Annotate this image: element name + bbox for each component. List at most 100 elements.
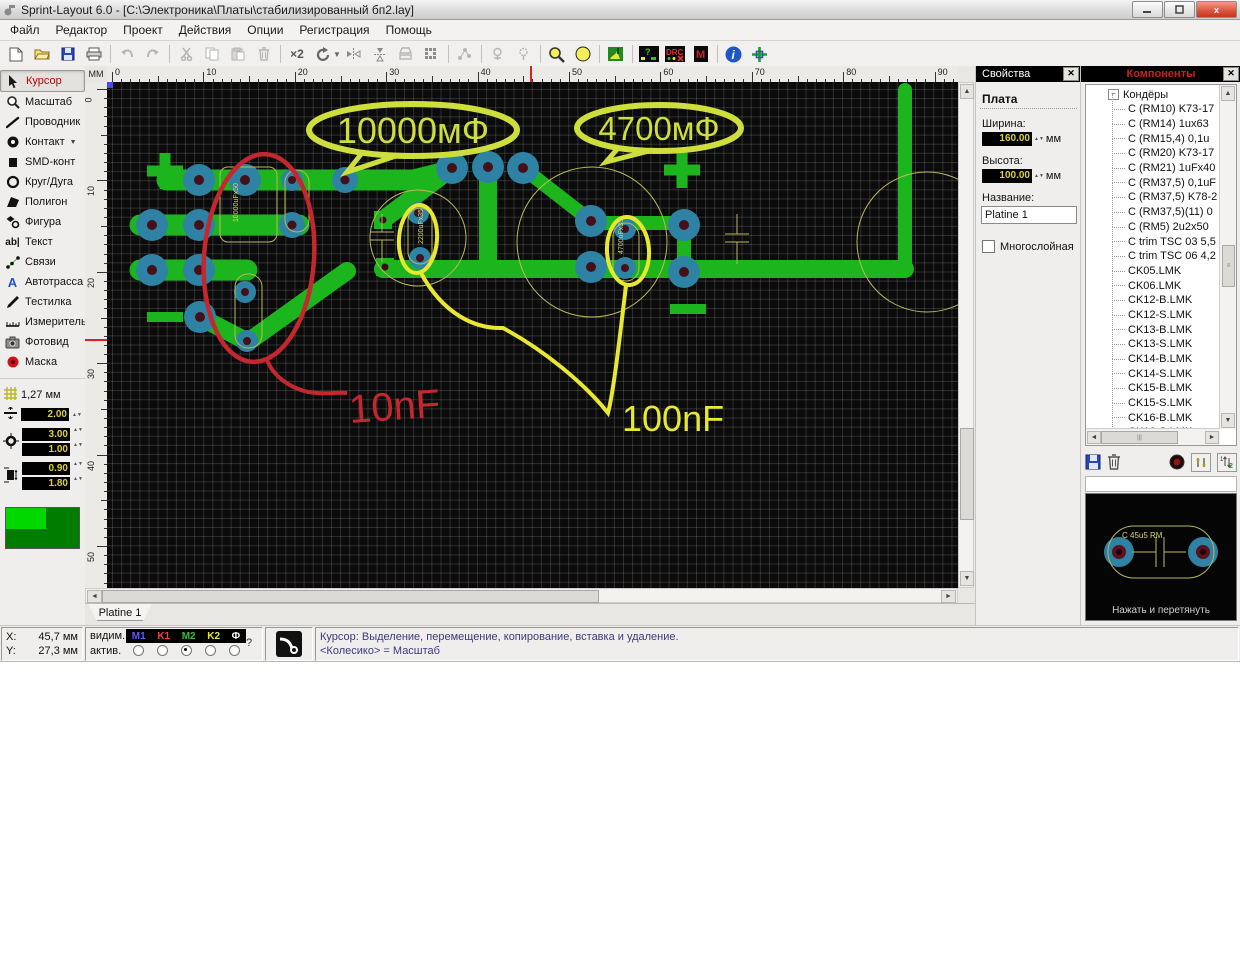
pad-dropdown-icon[interactable]: ▼ (70, 139, 77, 146)
tool-text[interactable]: ab| Текст (0, 232, 85, 252)
scroll-down-icon[interactable]: ▼ (960, 571, 974, 586)
tool-track[interactable]: Проводник (0, 112, 85, 132)
zoom-tool-button[interactable] (544, 42, 570, 66)
component-item[interactable]: C (RM14) 1ux63 (1086, 108, 1220, 132)
layer-f[interactable]: Ф (232, 631, 241, 642)
list-horizontal-scrollbar[interactable]: ◄ ||| ► (1086, 428, 1220, 445)
scroll-right-icon[interactable]: ► (941, 590, 956, 603)
component-item[interactable]: CK13-S.LMK (1086, 329, 1220, 352)
layer-radio[interactable] (228, 645, 240, 657)
delete-button[interactable] (251, 42, 277, 66)
component-item[interactable]: CK06.LMK (1086, 270, 1220, 293)
menu-project[interactable]: Проект (115, 21, 171, 39)
tool-measure[interactable]: Измеритель (0, 312, 87, 332)
pad-inner-value[interactable]: 1.00 (22, 443, 70, 456)
scroll-right-icon[interactable]: ► (1205, 431, 1219, 444)
menu-edit[interactable]: Редактор (48, 21, 116, 39)
layer-radio-selected[interactable] (180, 645, 192, 657)
layer-m2[interactable]: M2 (182, 631, 196, 642)
scroll-left-icon[interactable]: ◄ (1087, 431, 1101, 444)
duplicate-button[interactable]: ×2 (284, 42, 310, 66)
footprint-matrix-button[interactable] (419, 42, 445, 66)
layer-radio[interactable] (204, 645, 216, 657)
tool-smd[interactable]: SMD-конт (0, 152, 85, 172)
component-item[interactable]: CK16-B.LMK (1086, 402, 1220, 425)
layer-k1[interactable]: K1 (157, 631, 170, 642)
photoview-button[interactable] (603, 42, 629, 66)
horizontal-scroll-thumb[interactable]: ||| (1101, 431, 1178, 444)
pin-numbers-button[interactable] (511, 42, 537, 66)
horizontal-scroll-thumb[interactable] (102, 590, 599, 603)
check-connections-button[interactable]: ? (636, 42, 662, 66)
component-item[interactable]: CK05.LMK (1086, 255, 1220, 279)
component-preview[interactable]: C 45u5 RM Нажать и перетянуть (1085, 493, 1237, 621)
multilayer-checkbox[interactable] (982, 240, 995, 253)
component-item[interactable]: CK15-B.LMK (1086, 373, 1220, 396)
new-file-button[interactable] (3, 42, 29, 66)
connections-mode-button[interactable] (265, 627, 313, 661)
grid-value[interactable]: 1,27 мм (21, 389, 61, 401)
component-item[interactable]: CK12-B.LMK (1086, 285, 1220, 308)
menu-help[interactable]: Помощь (378, 21, 440, 39)
layer-radio[interactable] (156, 645, 168, 657)
spinner-icon[interactable]: ▲▼ (73, 477, 83, 490)
info-button[interactable]: i (721, 42, 747, 66)
spinner-icon[interactable]: ▲▼ (73, 443, 83, 456)
list-vertical-scrollbar[interactable]: ▲ ≡ ▼ (1219, 85, 1236, 429)
layer-help[interactable]: ? (246, 637, 258, 649)
component-item[interactable]: CK12-S.LMK (1086, 299, 1220, 323)
board-tab[interactable]: Platine 1 (88, 604, 152, 621)
tool-shape[interactable]: Фигура (0, 212, 85, 232)
tool-circle[interactable]: Круг/Дуга (0, 172, 85, 192)
copy-button[interactable] (199, 42, 225, 66)
component-item[interactable]: CK15-S.LMK (1086, 387, 1220, 411)
layer-radio[interactable] (132, 645, 144, 657)
layer-color-swatch[interactable] (5, 507, 80, 549)
stamp-button[interactable] (393, 42, 419, 66)
scroll-up-icon[interactable]: ▲ (960, 84, 974, 99)
open-file-button[interactable] (29, 42, 55, 66)
spinner-icon[interactable]: ▲▼ (1034, 137, 1044, 142)
layer-k2[interactable]: K2 (207, 631, 220, 642)
component-item[interactable]: C (RM37,5) K78-2 (1086, 182, 1220, 205)
paste-button[interactable] (225, 42, 251, 66)
ratsnest-button[interactable] (452, 42, 478, 66)
smd-width-value[interactable]: 0.90 (22, 462, 70, 475)
maximize-button[interactable] (1164, 1, 1195, 18)
layer-m1[interactable]: M1 (132, 631, 146, 642)
close-icon[interactable]: ✕ (1223, 67, 1239, 81)
component-item[interactable]: C (RM10) K73-17 (1086, 94, 1220, 117)
scroll-down-icon[interactable]: ▼ (1221, 413, 1235, 428)
cut-button[interactable] (173, 42, 199, 66)
spinner-icon[interactable]: ▲▼ (73, 462, 83, 475)
spinner-icon[interactable]: ▲▼ (73, 428, 83, 441)
rotate-dropdown[interactable]: ▼ (333, 50, 341, 59)
tool-test[interactable]: Тестилка (0, 292, 85, 312)
component-item[interactable]: C trim TSC 06 4,2 (1086, 241, 1220, 264)
mask-view-button[interactable]: M (688, 42, 714, 66)
vertical-scroll-thumb[interactable] (960, 428, 974, 520)
pad-outer-value[interactable]: 3.00 (22, 428, 70, 441)
tool-photoview[interactable]: Фотовид (0, 332, 85, 352)
component-item[interactable]: C (RM5) 2u2x50 (1086, 211, 1220, 235)
tool-cursor[interactable]: Курсор (0, 70, 85, 92)
save-component-icon[interactable] (1085, 454, 1101, 470)
footprint-view-toggle[interactable] (1191, 452, 1211, 472)
pcb-canvas[interactable]: 10000uFx50 2200uFx35 4700uFx35 100nF 10n… (107, 82, 958, 588)
redo-button[interactable] (140, 42, 166, 66)
pin-check-button[interactable] (485, 42, 511, 66)
tool-zoom[interactable]: Масштаб (0, 92, 85, 112)
spinner-icon[interactable]: ▲▼ (1034, 174, 1044, 179)
close-icon[interactable]: ✕ (1063, 67, 1079, 81)
undo-button[interactable] (114, 42, 140, 66)
layer-visibility-strip[interactable]: M1 K1 M2 K2 Ф (126, 629, 246, 644)
tool-mask[interactable]: Маска (0, 352, 85, 372)
tool-connections[interactable]: Связи (0, 252, 85, 272)
component-name-box[interactable] (1085, 476, 1237, 492)
canvas-vertical-scrollbar[interactable]: ▲ ▼ (958, 82, 974, 588)
save-button[interactable] (55, 42, 81, 66)
mirror-vertical-button[interactable] (367, 42, 393, 66)
component-item[interactable]: C trim TSC 03 5,5 (1086, 226, 1220, 249)
collapse-icon[interactable]: − (1108, 89, 1119, 100)
component-item[interactable]: CK13-B.LMK (1086, 314, 1220, 337)
